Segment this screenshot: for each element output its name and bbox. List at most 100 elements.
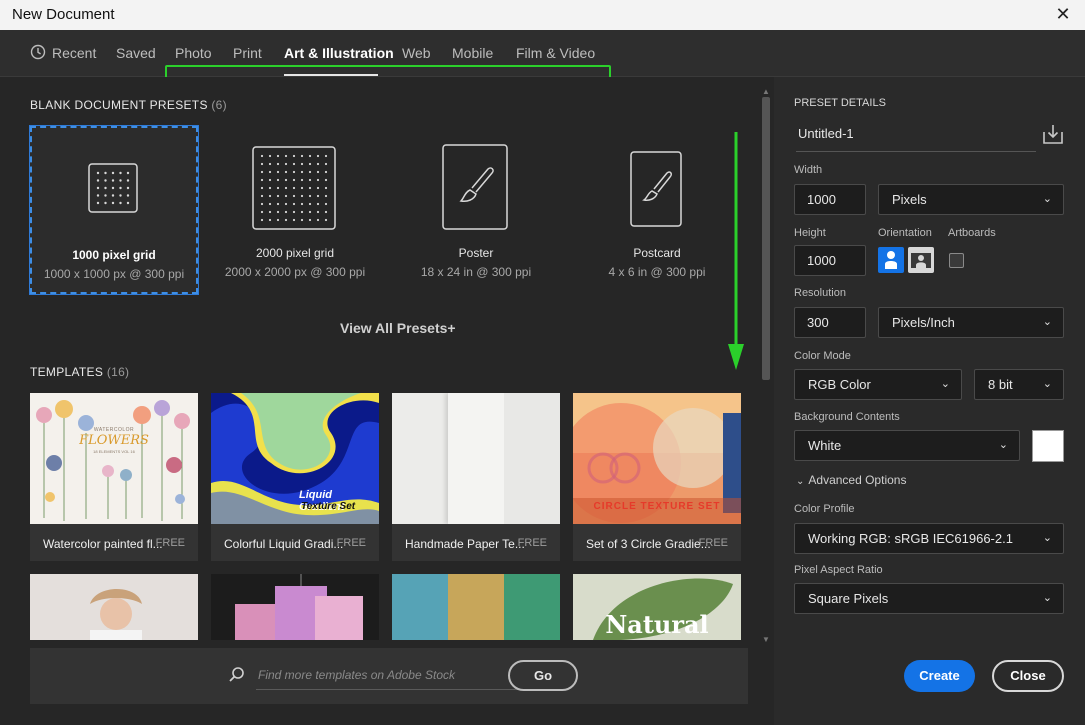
tab-film-video[interactable]: Film & Video xyxy=(516,45,595,61)
close-button[interactable]: Close xyxy=(992,660,1064,692)
template-woman-thumbnail[interactable] xyxy=(30,574,198,640)
save-preset-icon[interactable] xyxy=(1042,123,1064,145)
preset-size: 1000 x 1000 px @ 300 ppi xyxy=(43,267,185,281)
tab-recent[interactable]: Recent xyxy=(30,44,96,61)
preset-name: 2000 pixel grid xyxy=(255,246,335,260)
presets-scrollbar[interactable]: ▲ ▼ xyxy=(760,87,772,647)
title-bar: New Document ✕ xyxy=(0,0,1085,30)
preset-name: Poster xyxy=(458,246,494,260)
thumb-caption-flowers: FLOWERS xyxy=(79,433,149,448)
width-unit-value: Pixels xyxy=(892,192,927,207)
preset-poster[interactable]: Poster 18 x 24 in @ 300 ppi xyxy=(392,126,560,294)
template-natural-thumbnail[interactable]: Natural xyxy=(573,574,741,640)
preset-2000-pixel-grid[interactable]: 2000 pixel grid 2000 x 2000 px @ 300 ppi xyxy=(211,126,379,294)
brush-document-icon xyxy=(442,144,508,230)
template-thumbnail xyxy=(392,393,560,524)
template-watercolor-flowers[interactable]: WATERCOLOR FLOWERS 18 ELEMENTS VOL 16 Wa… xyxy=(30,393,198,561)
template-label: Colorful Liquid Gradi... xyxy=(224,537,344,551)
chevron-down-icon: ⌄ xyxy=(796,476,805,487)
tab-print[interactable]: Print xyxy=(233,45,262,61)
template-fabric-thumbnail[interactable] xyxy=(392,574,560,640)
preset-details-title: PRESET DETAILS xyxy=(794,97,886,109)
free-badge: FREE xyxy=(155,537,185,549)
pixel-aspect-ratio-dropdown[interactable]: Square Pixels ⌄ xyxy=(794,583,1064,614)
preset-size: 2000 x 2000 px @ 300 ppi xyxy=(224,265,366,279)
preset-name: 1000 pixel grid xyxy=(72,248,156,262)
width-label: Width xyxy=(794,164,823,176)
template-liquid-gradient[interactable]: Liquid Gradient Texture Set Colorful Liq… xyxy=(211,393,379,561)
color-mode-label: Color Mode xyxy=(794,350,851,362)
free-badge: FREE xyxy=(336,537,366,549)
color-mode-value: RGB Color xyxy=(808,377,871,392)
portrait-orientation-button[interactable] xyxy=(878,247,904,273)
width-unit-dropdown[interactable]: Pixels ⌄ xyxy=(878,184,1064,215)
blank-presets-count: (6) xyxy=(211,98,227,112)
background-contents-dropdown[interactable]: White ⌄ xyxy=(794,430,1020,461)
brush-document-icon xyxy=(630,151,682,227)
templates-count: (16) xyxy=(106,365,130,379)
presets-panel: BLANK DOCUMENT PRESETS (6) 1000 pixel gr… xyxy=(0,77,774,725)
background-color-swatch[interactable] xyxy=(1032,430,1064,462)
tab-art-illustration[interactable]: Art & Illustration xyxy=(284,45,394,61)
artboards-checkbox[interactable] xyxy=(949,253,964,268)
stock-search-bar: Go xyxy=(30,648,748,704)
tab-saved[interactable]: Saved xyxy=(116,45,156,61)
scroll-down-icon: ▼ xyxy=(762,635,770,644)
template-hanging-posters-thumbnail[interactable] xyxy=(211,574,379,640)
thumb-caption-circle: CIRCLE TEXTURE SET xyxy=(593,501,721,512)
chevron-down-icon: ⌄ xyxy=(1042,316,1052,328)
preset-1000-pixel-grid[interactable]: 1000 pixel grid 1000 x 1000 px @ 300 ppi xyxy=(29,125,199,295)
templates-title: TEMPLATES xyxy=(30,365,104,379)
paper-sheet xyxy=(392,393,448,524)
tab-photo[interactable]: Photo xyxy=(175,45,212,61)
color-mode-dropdown[interactable]: RGB Color ⌄ xyxy=(794,369,962,400)
window-close-button[interactable]: ✕ xyxy=(1053,4,1073,24)
posters-thumbnail-art xyxy=(211,574,379,640)
blank-presets-title: BLANK DOCUMENT PRESETS xyxy=(30,98,208,112)
new-document-dialog: New Document ✕ Recent Saved Photo Print … xyxy=(0,0,1085,725)
tab-web[interactable]: Web xyxy=(402,45,431,61)
document-name-field[interactable]: Untitled-1 xyxy=(796,122,1036,152)
template-handmade-paper[interactable]: Handmade Paper Te... FREE xyxy=(392,393,560,561)
height-label: Height xyxy=(794,227,826,239)
artboards-label: Artboards xyxy=(948,227,996,239)
resolution-unit-dropdown[interactable]: Pixels/Inch ⌄ xyxy=(878,307,1064,338)
free-badge: FREE xyxy=(698,537,728,549)
scrollbar-thumb[interactable] xyxy=(762,97,770,380)
flowers-thumbnail-art xyxy=(36,400,190,521)
pixel-aspect-ratio-value: Square Pixels xyxy=(808,591,889,606)
woman-thumbnail-art xyxy=(30,574,198,640)
resolution-input[interactable]: 300 xyxy=(794,307,866,338)
clock-icon xyxy=(30,44,46,60)
go-button[interactable]: Go xyxy=(508,660,578,691)
landscape-orientation-button[interactable] xyxy=(908,247,934,273)
stock-search-input[interactable] xyxy=(256,660,526,690)
view-all-presets-link[interactable]: View All Presets+ xyxy=(340,320,456,336)
create-button[interactable]: Create xyxy=(904,660,975,692)
color-profile-label: Color Profile xyxy=(794,503,855,515)
preset-size: 18 x 24 in @ 300 ppi xyxy=(420,265,532,279)
chevron-down-icon: ⌄ xyxy=(940,378,950,390)
color-profile-dropdown[interactable]: Working RGB: sRGB IEC61966-2.1 ⌄ xyxy=(794,523,1064,554)
search-icon xyxy=(229,667,244,682)
resolution-label: Resolution xyxy=(794,287,846,299)
bit-depth-dropdown[interactable]: 8 bit ⌄ xyxy=(974,369,1064,400)
background-contents-value: White xyxy=(808,438,842,453)
category-tab-bar: Recent Saved Photo Print Art & Illustrat… xyxy=(0,30,1085,104)
tab-mobile[interactable]: Mobile xyxy=(452,45,493,61)
template-circle-gradient[interactable]: CIRCLE TEXTURE SET Set of 3 Circle Gradi… xyxy=(573,393,741,561)
pixel-aspect-ratio-label: Pixel Aspect Ratio xyxy=(794,564,883,576)
height-input[interactable]: 1000 xyxy=(794,245,866,276)
template-thumbnail: CIRCLE TEXTURE SET xyxy=(573,393,741,524)
blank-presets-heading: BLANK DOCUMENT PRESETS (6) xyxy=(30,98,227,112)
width-input[interactable]: 1000 xyxy=(794,184,866,215)
template-label: Watercolor painted fl... xyxy=(43,537,163,551)
advanced-options-toggle[interactable]: ⌄ Advanced Options xyxy=(796,473,906,487)
grid-document-icon xyxy=(88,163,138,213)
templates-heading: TEMPLATES (16) xyxy=(30,365,129,379)
landscape-person-icon xyxy=(911,253,931,268)
chevron-down-icon: ⌄ xyxy=(1042,592,1052,604)
advanced-options-label: Advanced Options xyxy=(808,473,907,487)
preset-postcard[interactable]: Postcard 4 x 6 in @ 300 ppi xyxy=(573,126,741,294)
background-contents-label: Background Contents xyxy=(794,411,900,423)
